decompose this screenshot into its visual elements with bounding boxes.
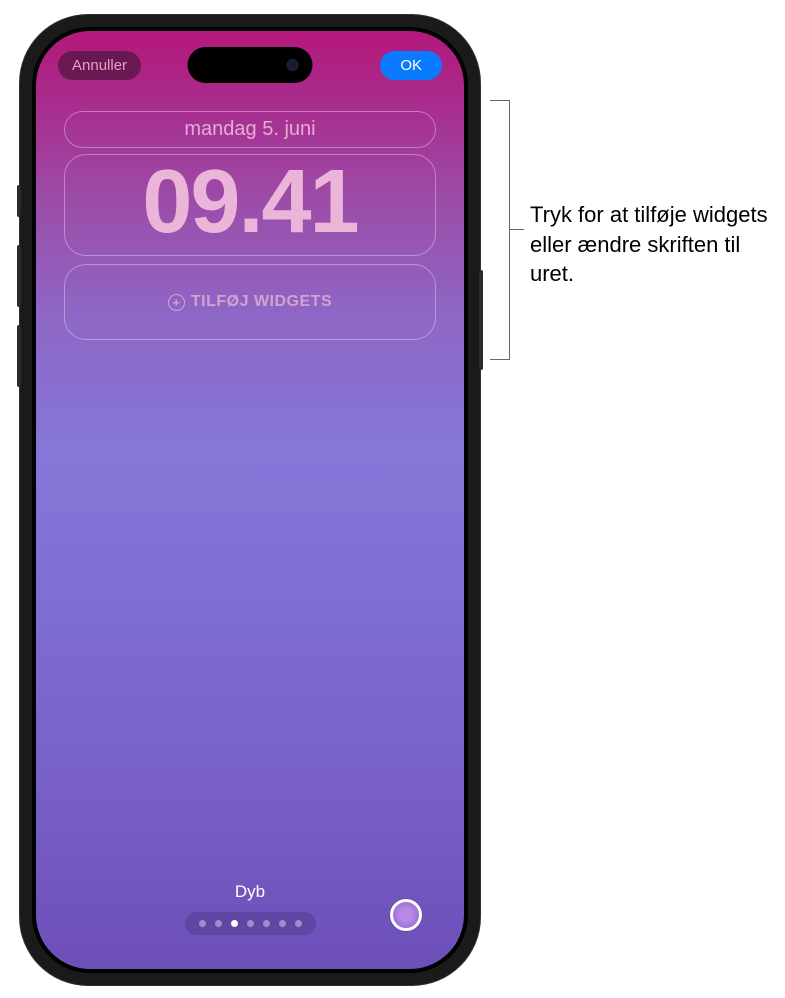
callout-line	[510, 229, 524, 230]
cancel-button[interactable]: Annuller	[58, 51, 141, 80]
silence-switch	[17, 185, 21, 217]
widget-edit-area: mandag 5. juni 09.41 + TILFØJ WIDGETS	[64, 111, 436, 340]
time-label: 09.41	[142, 152, 357, 252]
page-dot	[295, 920, 302, 927]
page-dot	[231, 920, 238, 927]
page-dot	[263, 920, 270, 927]
add-widgets-slot[interactable]: + TILFØJ WIDGETS	[64, 264, 436, 340]
dynamic-island	[188, 47, 313, 83]
callout-text: Tryk for at tilføje widgets eller ændre …	[530, 200, 780, 289]
page-dot	[199, 920, 206, 927]
time-widget-slot[interactable]: 09.41	[64, 154, 436, 256]
lock-screen-editor: Annuller OK mandag 5. juni 09.41 + TILFØ…	[36, 31, 464, 969]
side-button	[479, 270, 483, 370]
add-widgets-label: TILFØJ WIDGETS	[191, 293, 332, 311]
done-button[interactable]: OK	[380, 51, 442, 80]
plus-circle-icon: +	[168, 294, 185, 311]
date-widget-slot[interactable]: mandag 5. juni	[64, 111, 436, 148]
phone-bezel: Annuller OK mandag 5. juni 09.41 + TILFØ…	[32, 27, 468, 973]
phone-frame: Annuller OK mandag 5. juni 09.41 + TILFØ…	[20, 15, 480, 985]
volume-up-button	[17, 245, 21, 307]
page-indicator[interactable]	[185, 912, 316, 935]
color-picker-button[interactable]	[390, 899, 422, 931]
page-dot	[279, 920, 286, 927]
page-dot	[215, 920, 222, 927]
volume-down-button	[17, 325, 21, 387]
date-label: mandag 5. juni	[184, 118, 315, 140]
callout-bracket	[490, 100, 510, 360]
page-dot	[247, 920, 254, 927]
